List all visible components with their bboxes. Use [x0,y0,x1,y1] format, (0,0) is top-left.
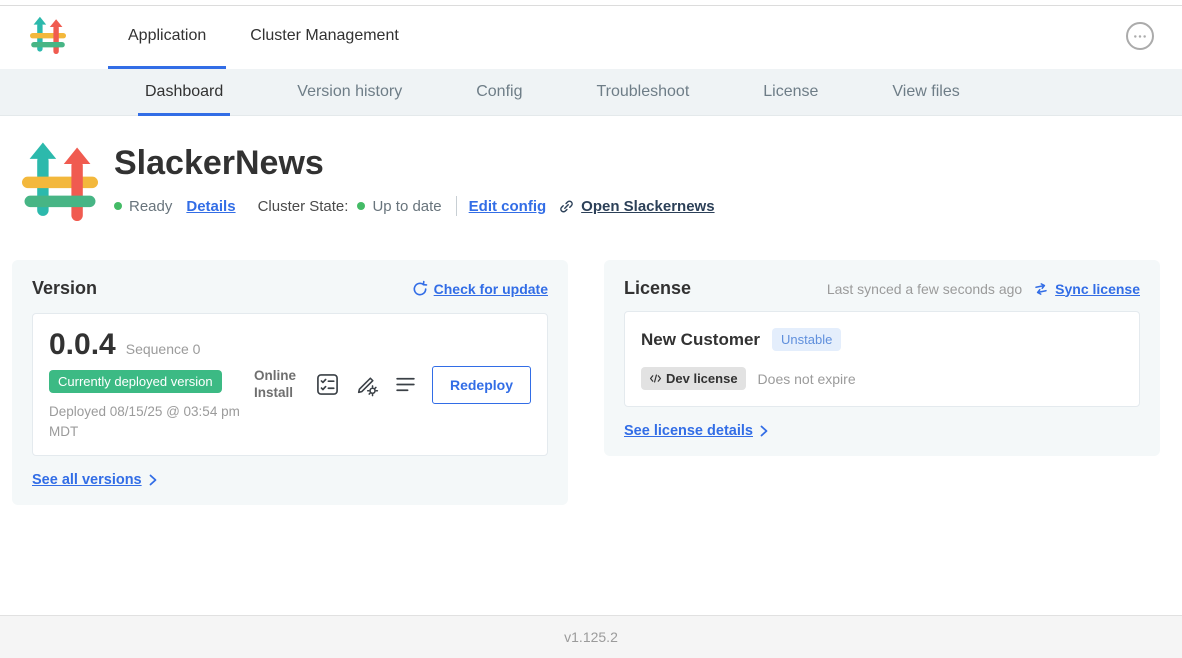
license-type-label: Dev license [666,371,738,386]
subnav-view-files[interactable]: View files [855,69,996,115]
sequence-label: Sequence 0 [126,341,201,357]
subnav-config-label: Config [476,83,522,101]
subnav-version-history-label: Version history [297,83,402,101]
subnav-version-history[interactable]: Version history [260,69,439,115]
see-all-versions-label: See all versions [32,472,142,488]
tab-cluster-management-label: Cluster Management [250,27,399,45]
footer: v1.125.2 [0,615,1182,658]
deployed-timestamp: Deployed 08/15/25 @ 03:54 pm MDT [49,402,254,441]
license-card: License Last synced a few seconds ago Sy… [604,260,1160,456]
cluster-state-label: Cluster State: [258,198,349,215]
chevron-right-icon [760,425,768,437]
code-icon [649,374,662,383]
tab-application[interactable]: Application [106,3,228,69]
overflow-menu-icon [1133,34,1147,39]
edit-tools-icon[interactable] [354,372,380,398]
app-icon [22,142,98,224]
see-all-versions-link[interactable]: See all versions [32,472,157,488]
checklist-icon[interactable] [315,372,341,398]
license-type-badge: Dev license [641,367,746,390]
subnav-config[interactable]: Config [439,69,559,115]
tab-cluster-management[interactable]: Cluster Management [228,3,421,69]
deployed-status-badge: Currently deployed version [49,370,222,393]
subnav-troubleshoot-label: Troubleshoot [596,83,689,101]
license-detail-panel: New Customer Unstable Dev license Does n… [624,311,1140,407]
ready-status-label: Ready [129,198,172,215]
chevron-right-icon [149,474,157,486]
channel-badge: Unstable [772,328,841,351]
sub-nav: Dashboard Version history Config Trouble… [0,69,1182,116]
ready-status-dot [114,202,122,210]
license-expiry: Does not expire [758,371,856,387]
sync-license-link[interactable]: Sync license [1032,280,1140,298]
subnav-dashboard[interactable]: Dashboard [108,69,260,115]
page-title: SlackerNews [114,144,715,183]
sync-license-label: Sync license [1055,281,1140,297]
divider [456,196,457,216]
overflow-menu-button[interactable] [1126,22,1154,50]
subnav-dashboard-label: Dashboard [145,83,223,101]
subnav-license-label: License [763,83,818,101]
app-logo-icon[interactable] [30,16,66,56]
tab-application-label: Application [128,27,206,45]
license-card-title: License [624,278,691,299]
check-for-update-label: Check for update [434,281,548,297]
open-app-link[interactable]: Open Slackernews [558,198,714,215]
details-link[interactable]: Details [186,198,235,215]
customer-name: New Customer [641,330,760,350]
check-for-update-link[interactable]: Check for update [411,280,548,298]
version-number: 0.0.4 [49,328,116,362]
see-license-details-link[interactable]: See license details [624,423,768,439]
app-status-row: Ready Details Cluster State: Up to date … [114,196,715,216]
cluster-state-value: Up to date [372,198,441,215]
version-card: Version Check for update 0.0.4 Se [12,260,568,505]
logs-icon[interactable] [393,372,419,398]
subnav-troubleshoot[interactable]: Troubleshoot [559,69,726,115]
redeploy-button[interactable]: Redeploy [432,366,531,404]
refresh-icon [411,280,429,298]
sync-arrows-icon [1032,280,1050,298]
current-version-panel: 0.0.4 Sequence 0 Currently deployed vers… [32,313,548,456]
version-card-title: Version [32,278,97,299]
see-license-details-label: See license details [624,423,753,439]
cluster-state-dot [357,202,365,210]
open-app-link-label: Open Slackernews [581,198,714,215]
subnav-view-files-label: View files [892,83,959,101]
last-synced-label: Last synced a few seconds ago [827,281,1022,297]
top-nav: Application Cluster Management [0,3,1182,69]
app-header: SlackerNews Ready Details Cluster State:… [0,116,1182,224]
dashboard-cards: Version Check for update 0.0.4 Se [0,224,1182,505]
top-tabs: Application Cluster Management [106,3,421,69]
subnav-license[interactable]: License [726,69,855,115]
link-icon [558,198,575,215]
edit-config-link[interactable]: Edit config [469,198,547,215]
install-type-label: Online Install [254,368,302,402]
console-version: v1.125.2 [564,629,618,645]
